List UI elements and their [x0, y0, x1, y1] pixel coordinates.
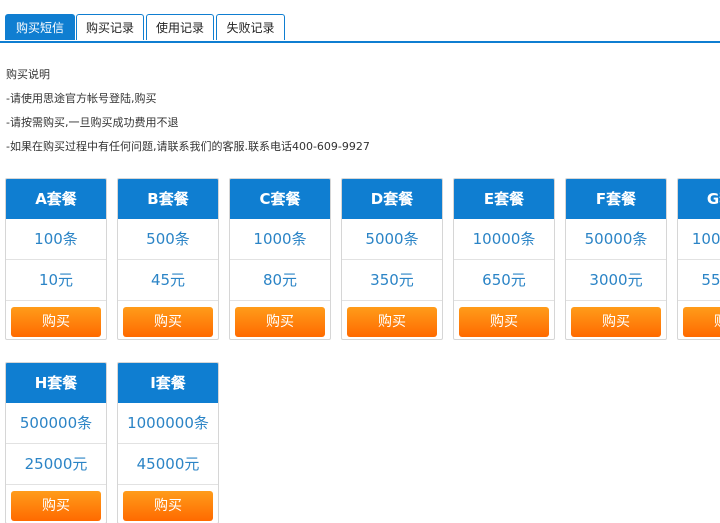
package-name: E套餐	[454, 179, 554, 219]
package-card-d: D套餐 5000条 350元 购买	[341, 178, 443, 340]
package-quantity: 10000条	[454, 219, 554, 260]
package-footer: 购买	[230, 301, 330, 339]
package-quantity: 1000条	[230, 219, 330, 260]
package-name: H套餐	[6, 363, 106, 403]
package-price: 5500元	[678, 260, 720, 301]
instructions-title: 购买说明	[6, 68, 50, 81]
package-name: D套餐	[342, 179, 442, 219]
instruction-line: -请使用思途官方帐号登陆,购买	[6, 92, 157, 105]
package-footer: 购买	[342, 301, 442, 339]
package-card-e: E套餐 10000条 650元 购买	[453, 178, 555, 340]
tab-bar: 购买短信 购买记录 使用记录 失败记录	[0, 14, 720, 43]
package-name: A套餐	[6, 179, 106, 219]
package-card-g: G套餐 100000条 5500元 购买	[677, 178, 720, 340]
tab-purchase-records[interactable]: 购买记录	[76, 14, 144, 40]
package-footer: 购买	[118, 301, 218, 339]
package-card-i: I套餐 1000000条 45000元 购买	[117, 362, 219, 523]
buy-button[interactable]: 购买	[11, 491, 101, 521]
package-quantity: 1000000条	[118, 403, 218, 444]
buy-button[interactable]: 购买	[235, 307, 325, 337]
package-price: 80元	[230, 260, 330, 301]
package-name: C套餐	[230, 179, 330, 219]
buy-button[interactable]: 购买	[683, 307, 720, 337]
package-footer: 购买	[678, 301, 720, 339]
package-quantity: 500000条	[6, 403, 106, 444]
package-price: 45000元	[118, 444, 218, 485]
package-name: G套餐	[678, 179, 720, 219]
tab-buy-sms[interactable]: 购买短信	[5, 14, 75, 40]
package-card-b: B套餐 500条 45元 购买	[117, 178, 219, 340]
package-quantity: 100条	[6, 219, 106, 260]
buy-button[interactable]: 购买	[123, 307, 213, 337]
package-card-f: F套餐 50000条 3000元 购买	[565, 178, 667, 340]
package-price: 25000元	[6, 444, 106, 485]
package-quantity: 5000条	[342, 219, 442, 260]
package-quantity: 100000条	[678, 219, 720, 260]
buy-button[interactable]: 购买	[347, 307, 437, 337]
package-footer: 购买	[6, 485, 106, 523]
buy-button[interactable]: 购买	[571, 307, 661, 337]
package-name: B套餐	[118, 179, 218, 219]
purchase-instructions: 购买说明 -请使用思途官方帐号登陆,购买 -请按需购买,一旦购买成功费用不退 -…	[6, 66, 370, 162]
instruction-line: -如果在购买过程中有任何问题,请联系我们的客服.联系电话400-609-9927	[6, 140, 370, 153]
instruction-line: -请按需购买,一旦购买成功费用不退	[6, 116, 179, 129]
tab-failure-records[interactable]: 失败记录	[216, 14, 285, 40]
package-card-c: C套餐 1000条 80元 购买	[229, 178, 331, 340]
package-quantity: 50000条	[566, 219, 666, 260]
package-price: 3000元	[566, 260, 666, 301]
package-card-h: H套餐 500000条 25000元 购买	[5, 362, 107, 523]
buy-button[interactable]: 购买	[123, 491, 213, 521]
package-quantity: 500条	[118, 219, 218, 260]
buy-button[interactable]: 购买	[459, 307, 549, 337]
buy-button[interactable]: 购买	[11, 307, 101, 337]
sms-purchase-page: 购买短信 购买记录 使用记录 失败记录 购买说明 -请使用思途官方帐号登陆,购买…	[0, 0, 720, 523]
package-footer: 购买	[6, 301, 106, 339]
package-footer: 购买	[566, 301, 666, 339]
package-price: 10元	[6, 260, 106, 301]
package-price: 350元	[342, 260, 442, 301]
package-name: F套餐	[566, 179, 666, 219]
package-price: 650元	[454, 260, 554, 301]
package-footer: 购买	[454, 301, 554, 339]
package-name: I套餐	[118, 363, 218, 403]
package-footer: 购买	[118, 485, 218, 523]
tab-usage-records[interactable]: 使用记录	[146, 14, 214, 40]
package-card-a: A套餐 100条 10元 购买	[5, 178, 107, 340]
package-price: 45元	[118, 260, 218, 301]
